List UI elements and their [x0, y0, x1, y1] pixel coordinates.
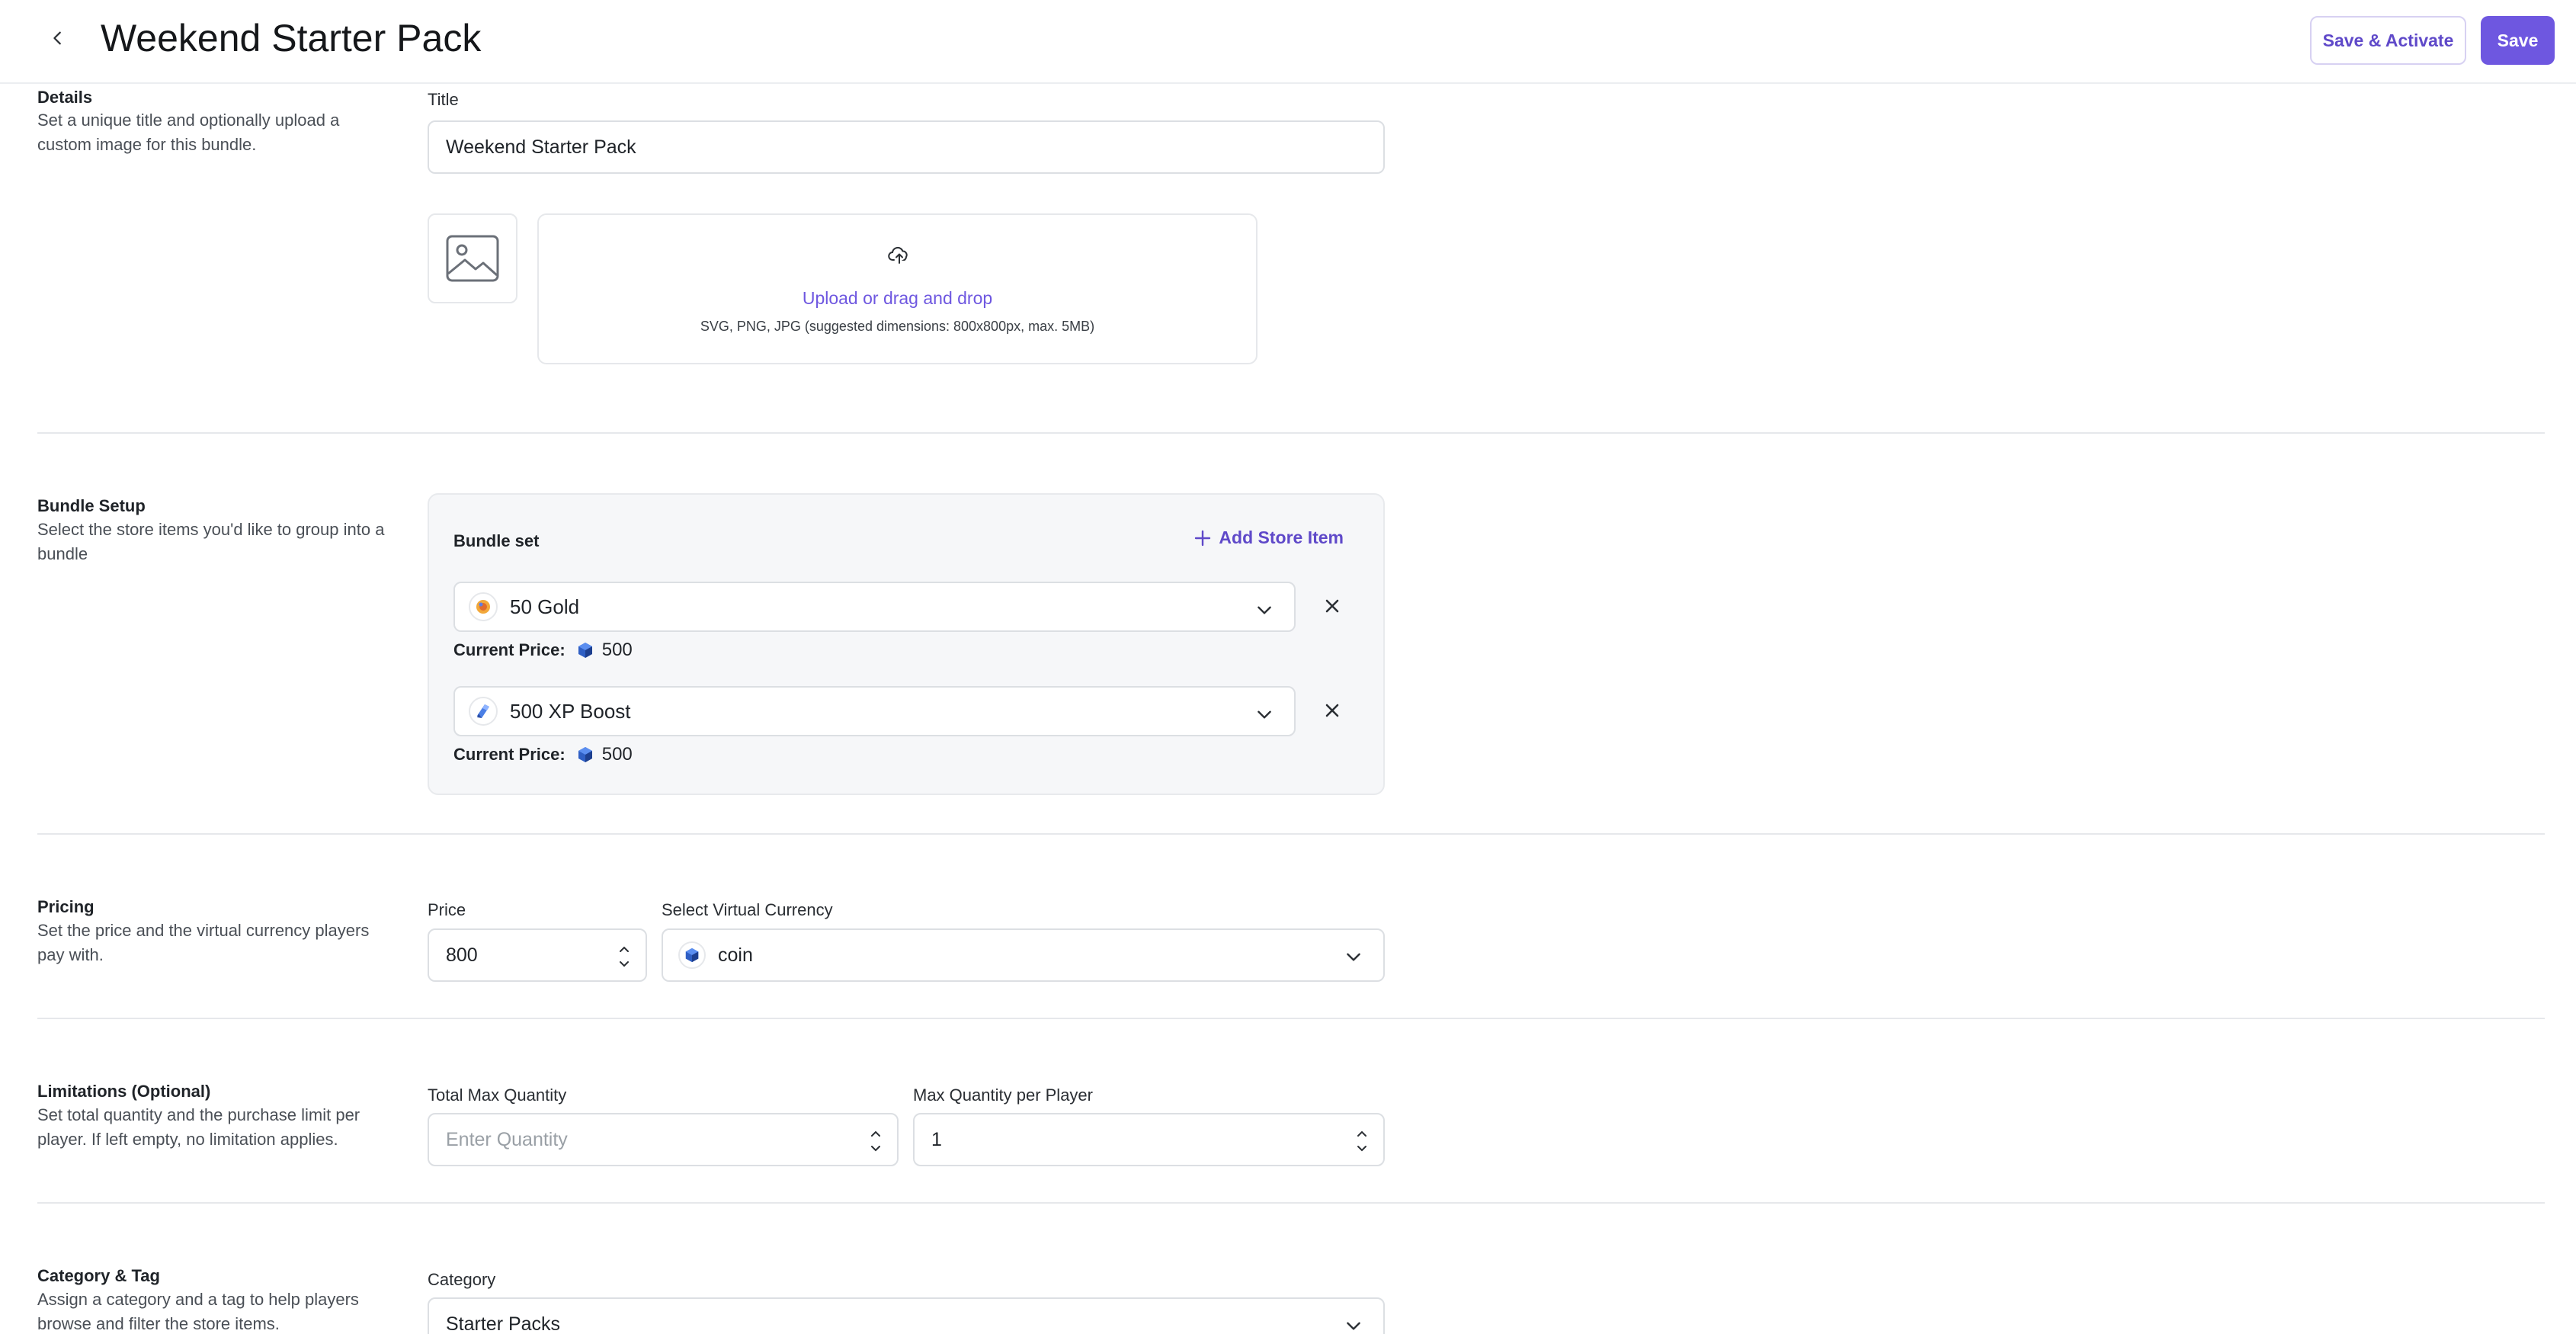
max-quantity-per-player-value: 1: [931, 1128, 942, 1150]
top-bar: Weekend Starter Pack Save & Activate Sav…: [0, 0, 2576, 84]
plus-icon: [1195, 530, 1211, 546]
category-value: Starter Packs: [446, 1313, 561, 1334]
add-store-item-button[interactable]: Add Store Item: [1194, 528, 1344, 548]
caret-up-icon: [620, 946, 629, 952]
caret-up-icon: [871, 1130, 880, 1137]
xp-boost-item-icon: [469, 697, 498, 726]
close-icon: [1325, 704, 1339, 717]
cloud-upload-icon: [888, 246, 908, 264]
bundle-section-title: Bundle Setup: [37, 496, 146, 515]
price-input-value: 800: [446, 944, 478, 966]
title-input[interactable]: Weekend Starter Pack: [428, 120, 1385, 174]
coin-icon: [578, 747, 592, 762]
details-section-title: Details: [37, 88, 93, 107]
current-price-row: Current Price: 500: [453, 744, 633, 765]
price-input[interactable]: 800: [428, 928, 647, 982]
upload-link[interactable]: Upload or drag and drop: [539, 288, 1256, 309]
current-price-row: Current Price: 500: [453, 640, 633, 661]
back-button[interactable]: [43, 23, 73, 53]
currency-label: Select Virtual Currency: [662, 900, 833, 919]
page-title: Weekend Starter Pack: [101, 17, 482, 59]
pricing-section-title: Pricing: [37, 897, 95, 916]
store-item-select[interactable]: 50 Gold: [453, 582, 1296, 632]
current-price-value: 500: [601, 640, 633, 660]
chevron-left-icon: [53, 31, 61, 45]
image-icon: [446, 235, 499, 282]
caret-down-icon: [871, 1146, 880, 1152]
save-and-activate-button[interactable]: Save & Activate: [2310, 16, 2466, 65]
current-price-label: Current Price:: [453, 745, 566, 764]
store-item-name: 500 XP Boost: [510, 699, 631, 723]
chevron-down-icon: [1347, 1322, 1360, 1330]
store-item-name: 50 Gold: [510, 595, 580, 618]
remove-item-button[interactable]: [1321, 595, 1344, 617]
number-stepper[interactable]: [618, 945, 630, 968]
limitations-section-description: Set total quantity and the purchase limi…: [37, 1105, 360, 1149]
current-price-label: Current Price:: [453, 640, 566, 659]
max-quantity-per-player-label: Max Quantity per Player: [913, 1085, 1093, 1105]
section-divider: [37, 833, 2545, 835]
limitations-section-title: Limitations (Optional): [37, 1082, 211, 1101]
close-icon: [1325, 599, 1339, 613]
number-stepper[interactable]: [870, 1130, 882, 1153]
coin-icon: [578, 643, 592, 658]
title-input-value: Weekend Starter Pack: [446, 136, 636, 158]
currency-select[interactable]: coin: [662, 928, 1385, 982]
bundle-section-description: Select the store items you'd like to gro…: [37, 520, 385, 563]
bundle-set-panel: Bundle set Add Store Item 50 Gold Curren…: [428, 493, 1385, 795]
section-divider: [37, 432, 2545, 434]
coin-currency-icon: [678, 941, 706, 969]
max-quantity-per-player-input[interactable]: 1: [913, 1113, 1385, 1166]
total-max-quantity-label: Total Max Quantity: [428, 1085, 567, 1105]
total-max-quantity-placeholder: Enter Quantity: [446, 1128, 568, 1150]
save-button[interactable]: Save: [2481, 16, 2555, 65]
caret-down-icon: [1357, 1146, 1366, 1152]
remove-item-button[interactable]: [1321, 699, 1344, 722]
bundle-image-placeholder: [428, 213, 517, 303]
pricing-section-description: Set the price and the virtual currency p…: [37, 921, 370, 964]
section-divider: [37, 1202, 2545, 1204]
gold-item-icon: [469, 592, 498, 621]
chevron-down-icon: [1258, 606, 1271, 614]
number-stepper[interactable]: [1356, 1130, 1368, 1153]
currency-value: coin: [718, 944, 753, 966]
total-max-quantity-input[interactable]: Enter Quantity: [428, 1113, 899, 1166]
upload-hint: SVG, PNG, JPG (suggested dimensions: 800…: [700, 319, 1095, 334]
category-select[interactable]: Starter Packs: [428, 1297, 1385, 1334]
caret-up-icon: [1357, 1130, 1366, 1137]
price-label: Price: [428, 900, 466, 919]
title-label: Title: [428, 90, 459, 109]
category-label: Category: [428, 1270, 496, 1289]
chevron-down-icon: [1258, 710, 1271, 719]
category-section-title: Category & Tag: [37, 1266, 160, 1285]
details-section-description: Set a unique title and optionally upload…: [37, 111, 340, 154]
caret-down-icon: [620, 961, 629, 967]
section-divider: [37, 1018, 2545, 1019]
store-item-select[interactable]: 500 XP Boost: [453, 686, 1296, 736]
bundle-set-label: Bundle set: [453, 531, 540, 550]
image-upload-dropzone[interactable]: Upload or drag and drop SVG, PNG, JPG (s…: [537, 213, 1258, 364]
current-price-value: 500: [601, 744, 633, 765]
add-store-item-label: Add Store Item: [1219, 528, 1344, 547]
chevron-down-icon: [1347, 953, 1360, 961]
category-section-description: Assign a category and a tag to help play…: [37, 1290, 359, 1333]
